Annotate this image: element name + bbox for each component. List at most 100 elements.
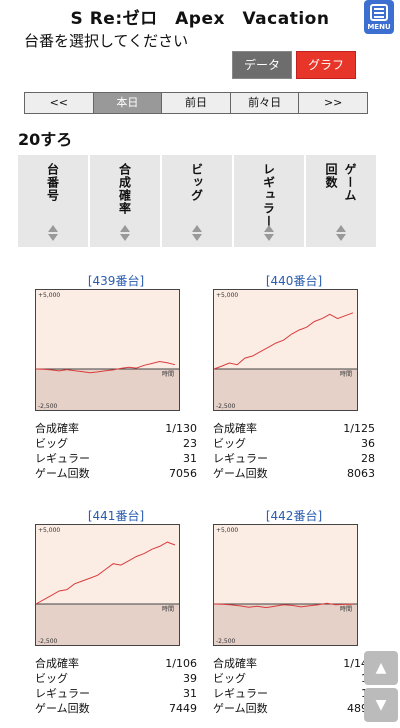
stat-value: 7056 <box>169 467 197 480</box>
yesterday-button[interactable]: 前日 <box>162 93 231 113</box>
stat-value: 31 <box>183 687 197 700</box>
date-navigation: << 本日 前日 前々日 >> <box>24 92 368 114</box>
today-button[interactable]: 本日 <box>93 93 163 113</box>
column-combined-rate[interactable]: 合成確率 <box>90 155 160 247</box>
stat-label: ビッグ <box>35 437 68 450</box>
card-title[interactable]: [440番台] <box>213 273 375 289</box>
stat-value: 7449 <box>169 702 197 715</box>
stat-game-count: ゲーム回数 8063 <box>213 466 375 481</box>
payout-graph: +5,000 -2,500 時間 <box>213 524 358 646</box>
scroll-down-button[interactable]: ▼ <box>364 688 398 722</box>
stat-combined-rate: 合成確率 1/148 <box>213 656 375 671</box>
stat-label: ビッグ <box>213 672 246 685</box>
data-button[interactable]: データ <box>232 51 292 79</box>
graph-time-label: 時間 <box>162 605 174 613</box>
sort-icon[interactable] <box>120 225 130 243</box>
stat-value: 1/130 <box>165 422 197 435</box>
column-machine-number[interactable]: 台番号 <box>18 155 88 247</box>
stat-regular: レギュラー 31 <box>35 686 197 701</box>
card-title[interactable]: [441番台] <box>35 508 197 524</box>
stat-label: レギュラー <box>35 452 90 465</box>
stat-label: ビッグ <box>213 437 246 450</box>
column-headers: 台番号 合成確率 ビッグ レギュラー ゲーム 回数 <box>18 155 376 247</box>
next-page-button[interactable]: >> <box>299 93 367 113</box>
machine-stats: 合成確率1/148ビッグ16レギュラー17ゲーム回数4892 <box>213 656 375 716</box>
stat-label: 合成確率 <box>213 657 257 670</box>
sort-icon[interactable] <box>336 225 346 243</box>
machine-card-439[interactable]: [439番台] +5,000 -2,500 時間 合成確率 1/130 ビッグ 23 レギュラー… <box>35 273 197 481</box>
column-label: 台番号 <box>45 163 60 202</box>
graph-time-label: 時間 <box>340 605 352 613</box>
menu-button[interactable]: MENU <box>364 0 394 34</box>
stat-game-count: ゲーム回数 4892 <box>213 701 375 716</box>
machine-card-442[interactable]: [442番台] +5,000 -2,500 時間合成確率1/148ビッグ16レギュラー… <box>213 508 375 716</box>
graph-top-label: +5,000 <box>38 292 60 299</box>
card-title[interactable]: [442番台] <box>213 508 375 524</box>
column-big[interactable]: ビッグ <box>162 155 232 247</box>
column-label: 合成確率 <box>117 163 132 215</box>
graph-bottom-label: -2,500 <box>216 403 236 410</box>
graph-bottom-label: -2,500 <box>216 638 236 645</box>
graph-negative-area <box>36 604 179 645</box>
prev-page-button[interactable]: << <box>25 93 94 113</box>
section-title: 20すろ <box>18 130 73 149</box>
stat-regular: レギュラー 31 <box>35 451 197 466</box>
stat-big: ビッグ 36 <box>213 436 375 451</box>
graph-bottom-label: -2,500 <box>38 638 58 645</box>
column-game-count[interactable]: ゲーム 回数 <box>306 155 376 247</box>
stat-big: ビッグ 23 <box>35 436 197 451</box>
stat-value: 36 <box>361 437 375 450</box>
stat-value: 1/125 <box>343 422 375 435</box>
graph-time-label: 時間 <box>340 370 352 378</box>
stat-big: ビッグ16 <box>213 671 375 686</box>
day-before-button[interactable]: 前々日 <box>230 93 300 113</box>
stat-combined-rate: 合成確率 1/130 <box>35 421 197 436</box>
graph-top-label: +5,000 <box>216 292 238 299</box>
stat-game-count: ゲーム回数 7056 <box>35 466 197 481</box>
payout-graph: +5,000 -2,500 時間 <box>35 524 180 646</box>
graph-negative-area <box>214 604 357 645</box>
graph-negative-area <box>36 369 179 410</box>
stat-value: 8063 <box>347 467 375 480</box>
machine-card-441[interactable]: [441番台] +5,000 -2,500 時間合成確率 1/106 ビッグ 39 レギュラー… <box>35 508 197 716</box>
stat-label: レギュラー <box>35 687 90 700</box>
page-title: S Re:ゼロ Apex Vacation <box>70 9 330 29</box>
column-label: ビッグ <box>189 163 204 202</box>
column-label-line2: 回数 <box>324 163 338 189</box>
column-label: レギュラー <box>261 163 276 228</box>
stat-value: 31 <box>183 452 197 465</box>
sort-icon[interactable] <box>264 225 274 243</box>
graph-button[interactable]: グラフ <box>296 51 356 79</box>
stat-label: ビッグ <box>35 672 68 685</box>
graph-top-label: +5,000 <box>38 527 60 534</box>
stat-big: ビッグ 39 <box>35 671 197 686</box>
graph-positive-area <box>214 525 357 604</box>
machine-card-440[interactable]: [440番台] +5,000 -2,500 時間 合成確率 1/125 ビッグ 36 レギュラー… <box>213 273 375 481</box>
graph-positive-area <box>214 290 357 369</box>
stat-label: レギュラー <box>213 687 268 700</box>
stat-combined-rate: 合成確率 1/106 <box>35 656 197 671</box>
stat-label: 合成確率 <box>35 657 79 670</box>
menu-label: MENU <box>367 23 391 31</box>
machine-stats: 合成確率 1/125 ビッグ 36 レギュラー 28 ゲーム回数 8063 <box>213 421 375 481</box>
column-label: ゲーム 回数 <box>323 163 359 202</box>
stat-value: 1/106 <box>165 657 197 670</box>
machine-stats: 合成確率 1/106 ビッグ 39 レギュラー 31 ゲーム回数 7449 <box>35 656 197 716</box>
stat-game-count: ゲーム回数 7449 <box>35 701 197 716</box>
graph-positive-area <box>36 290 179 369</box>
stat-regular: レギュラー 28 <box>213 451 375 466</box>
menu-icon <box>370 4 388 21</box>
card-title[interactable]: [439番台] <box>35 273 197 289</box>
sort-icon[interactable] <box>192 225 202 243</box>
graph-negative-area <box>214 369 357 410</box>
scroll-up-button[interactable]: ▲ <box>364 651 398 685</box>
stat-regular: レギュラー17 <box>213 686 375 701</box>
stat-value: 23 <box>183 437 197 450</box>
sort-icon[interactable] <box>48 225 58 243</box>
graph-time-label: 時間 <box>162 370 174 378</box>
column-regular[interactable]: レギュラー <box>234 155 304 247</box>
machine-stats: 合成確率 1/130 ビッグ 23 レギュラー 31 ゲーム回数 7056 <box>35 421 197 481</box>
stat-label: 合成確率 <box>35 422 79 435</box>
stat-label: ゲーム回数 <box>35 467 90 480</box>
stat-label: ゲーム回数 <box>213 467 268 480</box>
